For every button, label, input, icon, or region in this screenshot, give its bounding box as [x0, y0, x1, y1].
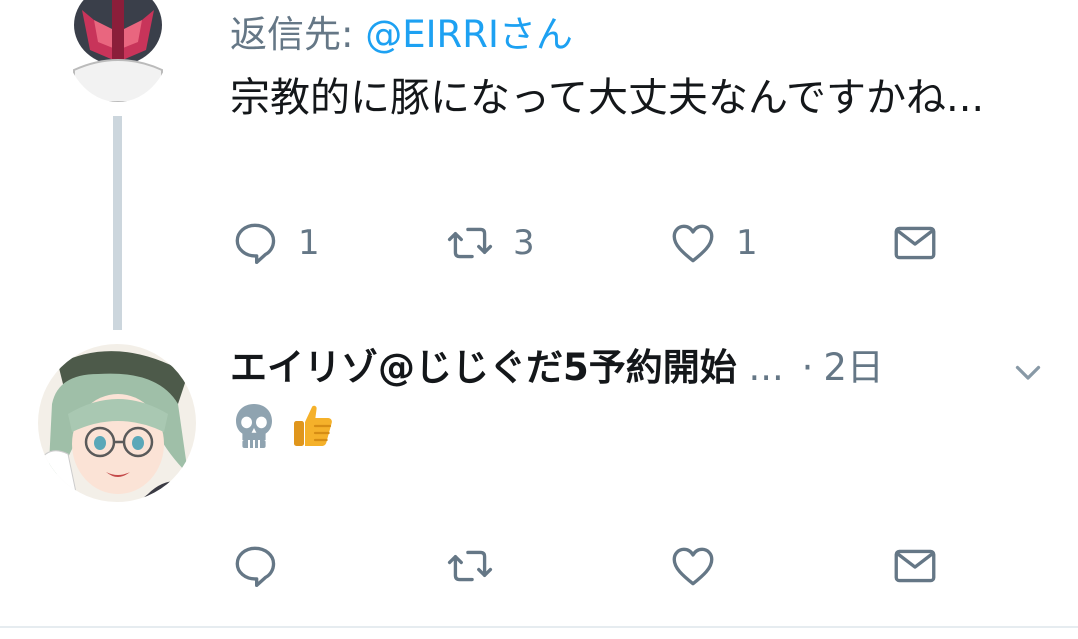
skull-emoji: [236, 404, 272, 448]
user-handle[interactable]: ...: [749, 346, 784, 389]
thread-line: [113, 116, 122, 330]
direct-message-button[interactable]: [890, 215, 940, 271]
avatar[interactable]: [38, 344, 196, 502]
reply-mention-link[interactable]: @EIRRIさん: [365, 13, 573, 56]
retweet-button[interactable]: [445, 538, 495, 594]
retweet-button[interactable]: 3: [445, 215, 535, 271]
retweet-icon: [447, 550, 493, 582]
caret-down-icon[interactable]: [1010, 354, 1046, 390]
tweet-reply[interactable]: 返信先: @EIRRIさん 宗教的に豚になって大丈夫なんですかね... 1 3 …: [0, 0, 1078, 330]
timestamp[interactable]: 2日: [823, 346, 884, 389]
tweet[interactable]: エイリゾ@じじぐだ5予約開始 ... · 2日: [0, 330, 1078, 626]
reply-button[interactable]: 1: [230, 215, 320, 271]
separator-dot: ·: [801, 346, 814, 389]
like-button[interactable]: [668, 538, 718, 594]
like-icon: [672, 547, 714, 586]
thumbs-up-emoji: [294, 405, 332, 446]
reply-to-line: 返信先: @EIRRIさん: [230, 12, 573, 58]
reply-count: 1: [298, 223, 320, 263]
direct-message-button[interactable]: [890, 538, 940, 594]
reply-button[interactable]: [230, 538, 280, 594]
tweet-header: エイリゾ@じじぐだ5予約開始 ... · 2日: [230, 342, 1050, 394]
avatar[interactable]: [64, 0, 172, 102]
tweet-text: [230, 400, 343, 456]
reply-to-prefix: 返信先:: [230, 13, 366, 56]
divider: [0, 626, 1078, 628]
direct-message-icon: [894, 226, 936, 260]
tweet-actions: 1 3 1: [230, 215, 1010, 271]
like-count: 1: [736, 223, 758, 263]
retweet-count: 3: [513, 223, 535, 263]
like-button[interactable]: 1: [668, 215, 758, 271]
tweet-actions: [230, 538, 1010, 594]
reply-icon: [235, 223, 276, 265]
retweet-icon: [447, 227, 493, 259]
like-icon: [672, 224, 714, 263]
display-name[interactable]: エイリゾ@じじぐだ5予約開始: [230, 346, 737, 389]
tweet-text: 宗教的に豚になって大丈夫なんですかね...: [230, 75, 985, 121]
reply-icon: [235, 546, 276, 588]
direct-message-icon: [894, 549, 936, 583]
